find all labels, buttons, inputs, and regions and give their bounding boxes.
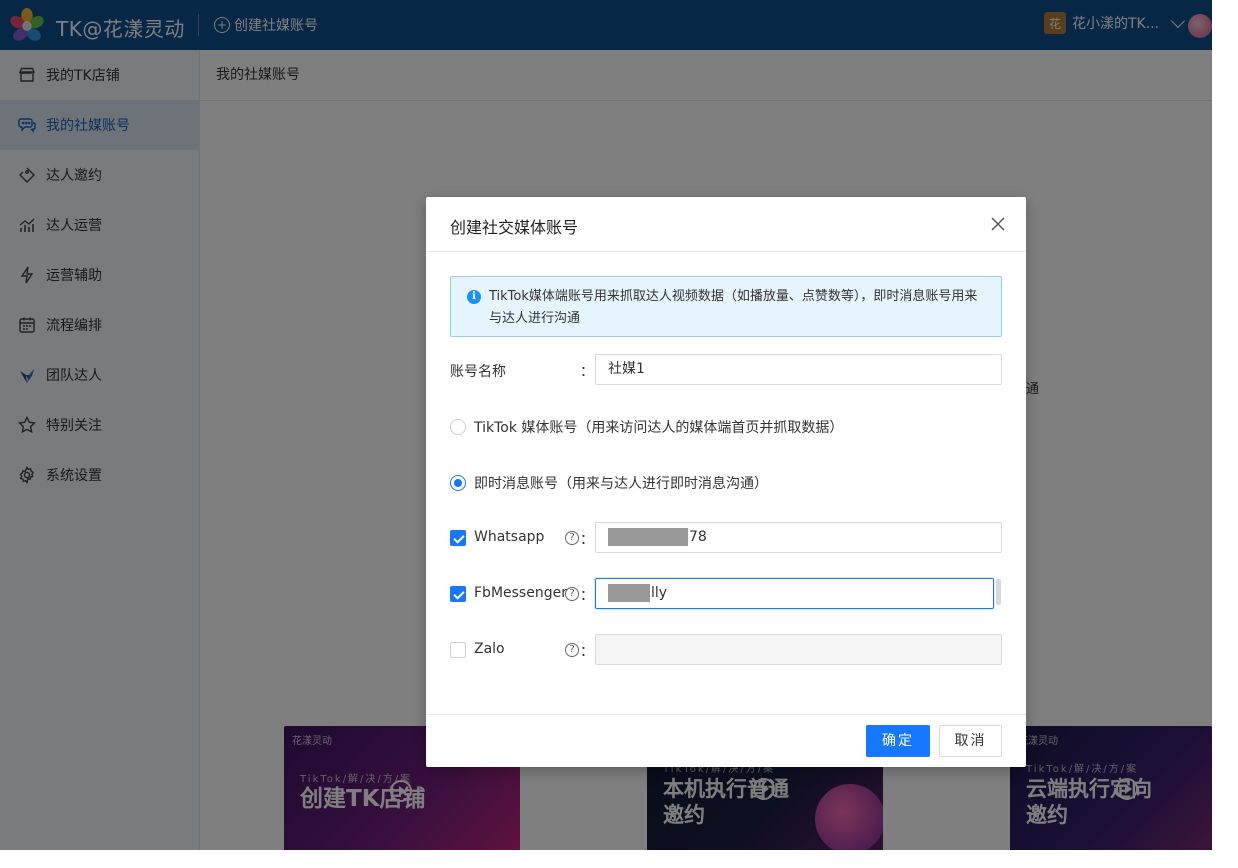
dialog-footer: 确定 取消 — [426, 714, 1026, 767]
info-alert: i TikTok媒体端账号用来抓取达人视频数据（如播放量、点赞数等），即时消息账… — [450, 276, 1002, 337]
dialog-title: 创建社交媒体账号 — [450, 218, 579, 237]
dialog-header: 创建社交媒体账号 — [426, 197, 1026, 252]
app-window: TK@花漾灵动 + 创建社媒账号 花 花小漾的TK... 我的TK店铺 我的社媒… — [0, 0, 1212, 850]
fbmessenger-value-suffix: lly — [651, 585, 668, 601]
radio-instant-message-account[interactable]: 即时消息账号（用来与达人进行即时消息沟通） — [450, 473, 768, 493]
zalo-input[interactable] — [595, 634, 1002, 665]
redacted-block — [608, 584, 650, 602]
fbmessenger-label: FbMessenger — [474, 585, 567, 601]
colon: ： — [580, 588, 594, 604]
confirm-button[interactable]: 确定 — [866, 725, 930, 757]
radio-button[interactable] — [450, 475, 466, 491]
fbmessenger-input[interactable]: lly — [595, 578, 994, 609]
radio-label: 即时消息账号（用来与达人进行即时消息沟通） — [474, 476, 768, 492]
alert-text: TikTok媒体端账号用来抓取达人视频数据（如播放量、点赞数等），即时消息账号用… — [489, 289, 978, 326]
whatsapp-label: Whatsapp — [474, 529, 545, 545]
help-icon[interactable]: ? — [565, 643, 579, 657]
cancel-button[interactable]: 取消 — [939, 725, 1002, 757]
help-icon[interactable]: ? — [565, 531, 579, 545]
account-name-input[interactable]: 社媒1 — [595, 354, 1002, 385]
radio-label: TikTok 媒体账号（用来访问达人的媒体端首页并抓取数据） — [474, 420, 844, 436]
whatsapp-value-suffix: 78 — [689, 529, 707, 545]
whatsapp-input[interactable]: 78 — [595, 522, 1002, 553]
radio-button[interactable] — [450, 419, 466, 435]
zalo-checkbox[interactable] — [450, 642, 466, 658]
whatsapp-checkbox[interactable] — [450, 530, 466, 546]
fbmessenger-checkbox[interactable] — [450, 586, 466, 602]
close-icon[interactable] — [988, 214, 1008, 234]
colon: ： — [580, 364, 594, 380]
radio-tiktok-media-account[interactable]: TikTok 媒体账号（用来访问达人的媒体端首页并抓取数据） — [450, 417, 843, 437]
colon: ： — [580, 644, 594, 660]
create-social-account-dialog: 创建社交媒体账号 i TikTok媒体端账号用来抓取达人视频数据（如播放量、点赞… — [426, 197, 1026, 767]
redacted-block — [608, 528, 688, 546]
account-name-label: 账号名称 — [450, 364, 506, 380]
scrollbar-thumb[interactable] — [996, 579, 1001, 605]
info-icon: i — [467, 290, 481, 304]
zalo-label: Zalo — [474, 641, 505, 657]
help-icon[interactable]: ? — [565, 587, 579, 601]
colon: ： — [580, 532, 594, 548]
